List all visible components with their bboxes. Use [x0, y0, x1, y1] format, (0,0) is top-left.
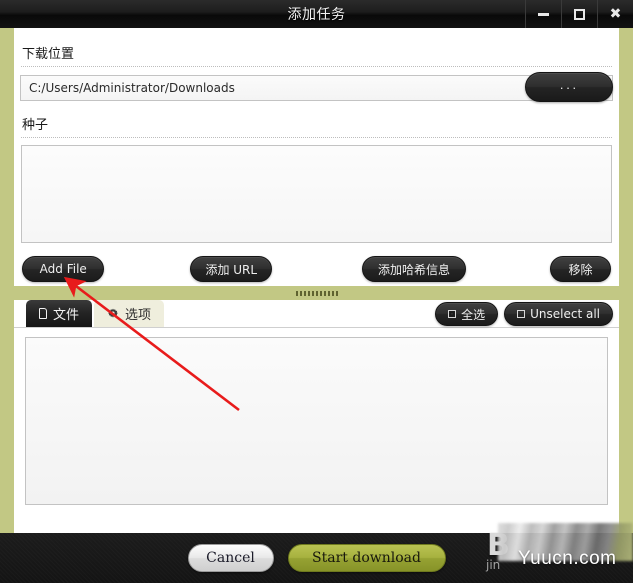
- select-all-button[interactable]: 全选: [435, 302, 499, 326]
- cancel-button[interactable]: Cancel: [187, 544, 274, 572]
- add-url-button[interactable]: 添加 URL: [190, 256, 273, 282]
- minimize-icon: [538, 12, 549, 16]
- window-controls: ✖: [525, 0, 633, 28]
- unselect-all-icon: [517, 310, 526, 318]
- close-icon: ✖: [609, 6, 622, 22]
- close-button[interactable]: ✖: [597, 0, 633, 28]
- add-task-dialog: 添加任务 ✖ 下载位置 C:/Users/Administrator/Downl…: [0, 0, 633, 583]
- gear-icon: [107, 308, 119, 320]
- panel-splitter[interactable]: [0, 286, 633, 300]
- frame-right-edge: [619, 28, 633, 533]
- splitter-grip-icon: [295, 290, 338, 296]
- select-all-label: 全选: [461, 307, 486, 322]
- title-bar[interactable]: 添加任务 ✖: [0, 0, 633, 28]
- maximize-icon: [574, 8, 585, 20]
- tab-bar: 文件 选项 全选 Unselect all: [14, 300, 619, 328]
- unselect-all-label: Unselect all: [530, 307, 600, 321]
- unselect-all-button[interactable]: Unselect all: [504, 302, 613, 326]
- add-file-button[interactable]: Add File: [22, 256, 105, 282]
- select-all-icon: [448, 310, 457, 318]
- add-hash-button[interactable]: 添加哈希信息: [362, 256, 466, 282]
- start-download-button[interactable]: Start download: [287, 544, 446, 572]
- remove-button[interactable]: 移除: [549, 256, 611, 282]
- frame-left-edge: [0, 28, 14, 533]
- browse-folder-button[interactable]: ···: [525, 72, 613, 102]
- tab-files[interactable]: 文件: [26, 300, 93, 327]
- download-location-label: 下载位置: [22, 47, 75, 62]
- divider-seeds: [21, 137, 612, 138]
- lower-panel: 文件 选项 全选 Unselect all: [14, 300, 619, 533]
- file-list-box[interactable]: [25, 337, 608, 505]
- tab-options-label: 选项: [125, 308, 152, 323]
- divider-download-location: [21, 66, 612, 67]
- seeds-label: 种子: [22, 118, 49, 133]
- tab-action-buttons: 全选 Unselect all: [435, 302, 613, 326]
- download-path-row: C:/Users/Administrator/Downloads ···: [20, 72, 613, 102]
- upper-panel: 下载位置 C:/Users/Administrator/Downloads ··…: [14, 28, 619, 286]
- minimize-button[interactable]: [525, 0, 561, 28]
- seeds-button-row: Add File 添加 URL 添加哈希信息 移除: [20, 256, 613, 282]
- tab-files-label: 文件: [53, 308, 80, 323]
- tab-options[interactable]: 选项: [94, 300, 165, 327]
- document-icon: [39, 308, 47, 319]
- maximize-button[interactable]: [561, 0, 597, 28]
- seeds-list-box[interactable]: [21, 145, 612, 243]
- watermark-site: Yuucn.com: [518, 548, 617, 569]
- window-title: 添加任务: [287, 7, 346, 23]
